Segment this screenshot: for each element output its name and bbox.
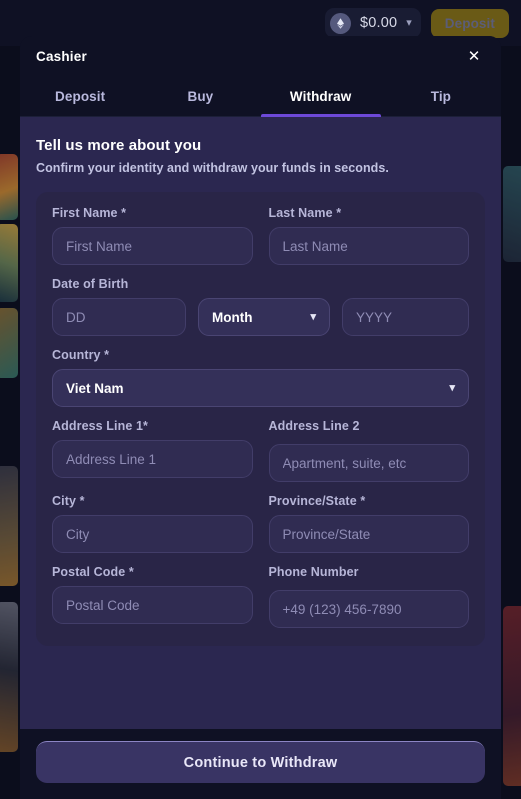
address-line-2-group: Address Line 2 [268, 419, 469, 482]
section-subtitle: Confirm your identity and withdraw your … [36, 161, 389, 175]
cashier-modal: Cashier ✕ Deposit Buy Withdraw Tip Tell … [20, 36, 501, 799]
game-thumbnail [0, 466, 18, 586]
city-group: City * [52, 494, 253, 553]
chevron-down-icon: ▾ [310, 310, 316, 323]
postal-phone-row: Postal Code * Phone Number [52, 565, 469, 628]
game-thumbnail [0, 154, 18, 220]
tab-withdraw[interactable]: Withdraw [260, 77, 382, 117]
modal-header: Cashier ✕ [20, 36, 501, 77]
phone-number-input[interactable] [268, 590, 469, 628]
modal-title: Cashier [36, 49, 87, 64]
game-thumbnail [0, 224, 18, 302]
city-input[interactable] [52, 515, 253, 553]
postal-code-group: Postal Code * [52, 565, 253, 628]
game-thumbnail [503, 606, 521, 786]
phone-number-group: Phone Number [268, 565, 469, 628]
identity-form: First Name * Last Name * Date of Birth [36, 192, 485, 646]
date-of-birth-controls: Month ▾ [52, 298, 469, 336]
ethereum-droplet-icon [329, 12, 351, 34]
date-of-birth-label: Date of Birth [52, 277, 129, 291]
chevron-down-icon[interactable]: ▾ [406, 17, 412, 29]
chevron-down-icon: ▾ [449, 381, 455, 394]
dob-month-select[interactable]: Month ▾ [198, 298, 330, 336]
page-root: $0.00 ▾ Deposit Cashier ✕ Deposit Buy Wi… [0, 0, 521, 799]
close-icon[interactable]: ✕ [461, 44, 487, 70]
section-title: Tell us more about you [36, 137, 202, 154]
country-row: Country * Viet Nam ▾ [52, 348, 469, 407]
game-thumbnail [503, 166, 521, 262]
address-line-2-input[interactable] [268, 444, 469, 482]
tab-deposit[interactable]: Deposit [20, 77, 140, 116]
background-deposit-button[interactable]: Deposit [430, 8, 509, 38]
dob-month-value: Month [212, 309, 253, 325]
city-province-row: City * Province/State * [52, 494, 469, 553]
last-name-label: Last Name * [268, 206, 342, 220]
country-value: Viet Nam [66, 380, 124, 396]
country-label: Country * [52, 348, 110, 362]
balance-widget[interactable]: $0.00 ▾ [324, 8, 421, 38]
address-row: Address Line 1* Address Line 2 [52, 419, 469, 482]
province-state-input[interactable] [268, 515, 469, 553]
dob-day-input[interactable] [52, 298, 186, 336]
last-name-group: Last Name * [268, 206, 469, 265]
address-line-1-input[interactable] [52, 440, 253, 478]
game-thumbnail [0, 602, 18, 752]
phone-number-label: Phone Number [268, 565, 359, 579]
city-label: City * [52, 494, 85, 508]
tab-buy[interactable]: Buy [140, 77, 260, 116]
country-group: Country * Viet Nam ▾ [52, 348, 469, 407]
date-of-birth-group: Date of Birth Month ▾ [52, 277, 469, 336]
name-row: First Name * Last Name * [52, 206, 469, 265]
postal-code-label: Postal Code * [52, 565, 134, 579]
first-name-group: First Name * [52, 206, 253, 265]
date-of-birth-row: Date of Birth Month ▾ [52, 277, 469, 336]
address-line-2-label: Address Line 2 [268, 419, 360, 433]
address-line-1-group: Address Line 1* [52, 419, 253, 482]
tab-tip[interactable]: Tip [381, 77, 501, 116]
dob-year-input[interactable] [342, 298, 469, 336]
last-name-input[interactable] [268, 227, 469, 265]
continue-to-withdraw-button[interactable]: Continue to Withdraw [36, 741, 485, 783]
cashier-tabs: Deposit Buy Withdraw Tip [20, 77, 501, 117]
province-state-label: Province/State * [268, 494, 366, 508]
balance-amount: $0.00 [359, 15, 398, 31]
postal-code-input[interactable] [52, 586, 253, 624]
province-state-group: Province/State * [268, 494, 469, 553]
game-thumbnail [0, 308, 18, 378]
country-select[interactable]: Viet Nam ▾ [52, 369, 469, 407]
first-name-label: First Name * [52, 206, 127, 220]
modal-body: Tell us more about you Confirm your iden… [20, 117, 501, 729]
first-name-input[interactable] [52, 227, 253, 265]
modal-footer: Continue to Withdraw [20, 729, 501, 799]
address-line-1-label: Address Line 1* [52, 419, 148, 433]
